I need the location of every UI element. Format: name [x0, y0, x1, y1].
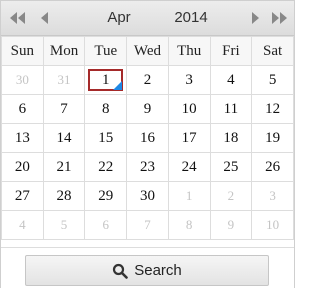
day-cell[interactable]: 24 [167, 152, 211, 182]
chevron-left-icon [40, 12, 48, 24]
day-cell[interactable]: 9 [209, 210, 253, 240]
day-cell[interactable]: 21 [42, 152, 86, 182]
day-cell[interactable]: 20 [1, 152, 44, 182]
day-cell[interactable]: 17 [167, 123, 211, 153]
day-cell[interactable]: 29 [84, 181, 128, 211]
calendar-grid: Sun Mon Tue Wed Thu Fri Sat 30 31 1 2 3 [1, 36, 294, 240]
day-cell[interactable]: 2 [126, 65, 169, 95]
weekday-mon: Mon [42, 36, 86, 66]
weekday-row: Sun Mon Tue Wed Thu Fri Sat [1, 36, 294, 66]
weekday-tue: Tue [84, 36, 128, 66]
day-cell[interactable]: 4 [209, 65, 253, 95]
double-chevron-right-icon [272, 12, 287, 24]
day-cell[interactable]: 10 [167, 94, 211, 124]
day-cell[interactable]: 14 [42, 123, 86, 153]
year-label[interactable]: 2014 [166, 8, 216, 28]
search-button-label: Search [134, 262, 182, 279]
day-cell[interactable]: 22 [84, 152, 128, 182]
week-row: 6 7 8 9 10 11 12 [1, 94, 294, 124]
day-cell[interactable]: 30 [126, 181, 169, 211]
next-year-button[interactable] [268, 9, 290, 27]
day-cell[interactable]: 31 [42, 65, 86, 95]
chevron-right-icon [251, 12, 259, 24]
day-cell[interactable]: 6 [84, 210, 128, 240]
day-cell[interactable]: 9 [126, 94, 169, 124]
day-cell[interactable]: 8 [167, 210, 211, 240]
day-cell[interactable]: 3 [167, 65, 211, 95]
day-cell[interactable]: 12 [251, 94, 294, 124]
weekday-thu: Thu [167, 36, 211, 66]
weekday-wed: Wed [126, 36, 169, 66]
month-label[interactable]: Apr [95, 8, 143, 28]
day-cell[interactable]: 7 [42, 94, 86, 124]
day-cell[interactable]: 26 [251, 152, 294, 182]
day-cell[interactable]: 5 [251, 65, 294, 95]
double-chevron-left-icon [10, 12, 25, 24]
weekday-fri: Fri [209, 36, 253, 66]
day-cell[interactable]: 19 [251, 123, 294, 153]
week-row: 13 14 15 16 17 18 19 [1, 123, 294, 153]
prev-year-button[interactable] [7, 9, 29, 27]
day-cell[interactable]: 30 [1, 65, 44, 95]
day-cell[interactable]: 2 [209, 181, 253, 211]
next-month-button[interactable] [248, 9, 262, 27]
calendar-header: Apr 2014 [1, 1, 294, 36]
day-cell[interactable]: 4 [1, 210, 44, 240]
day-cell[interactable]: 5 [42, 210, 86, 240]
day-cell[interactable]: 25 [209, 152, 253, 182]
day-number: 1 [102, 71, 110, 88]
day-cell[interactable]: 27 [1, 181, 44, 211]
magnifier-icon [113, 263, 129, 279]
day-cell[interactable]: 8 [84, 94, 128, 124]
calendar-footer: Search [1, 247, 294, 288]
week-row: 27 28 29 30 1 2 3 [1, 181, 294, 211]
day-cell[interactable]: 15 [84, 123, 128, 153]
prev-month-button[interactable] [37, 9, 51, 27]
selected-corner-marker [113, 81, 123, 90]
day-cell[interactable]: 28 [42, 181, 86, 211]
day-cell[interactable]: 13 [1, 123, 44, 153]
date-picker: Apr 2014 Sun Mon Tue Wed Thu Fri Sat 30 … [0, 0, 295, 288]
search-button[interactable]: Search [25, 255, 269, 286]
day-cell[interactable]: 16 [126, 123, 169, 153]
day-cell[interactable]: 23 [126, 152, 169, 182]
day-cell[interactable]: 3 [251, 181, 294, 211]
week-row: 30 31 1 2 3 4 5 [1, 65, 294, 95]
day-cell-selected[interactable]: 1 [84, 65, 128, 95]
day-cell[interactable]: 7 [126, 210, 169, 240]
weekday-sat: Sat [251, 36, 294, 66]
weekday-sun: Sun [1, 36, 44, 66]
day-cell[interactable]: 10 [251, 210, 294, 240]
day-cell[interactable]: 6 [1, 94, 44, 124]
week-row: 4 5 6 7 8 9 10 [1, 210, 294, 240]
day-cell[interactable]: 18 [209, 123, 253, 153]
week-row: 20 21 22 23 24 25 26 [1, 152, 294, 182]
day-cell[interactable]: 11 [209, 94, 253, 124]
day-cell[interactable]: 1 [167, 181, 211, 211]
